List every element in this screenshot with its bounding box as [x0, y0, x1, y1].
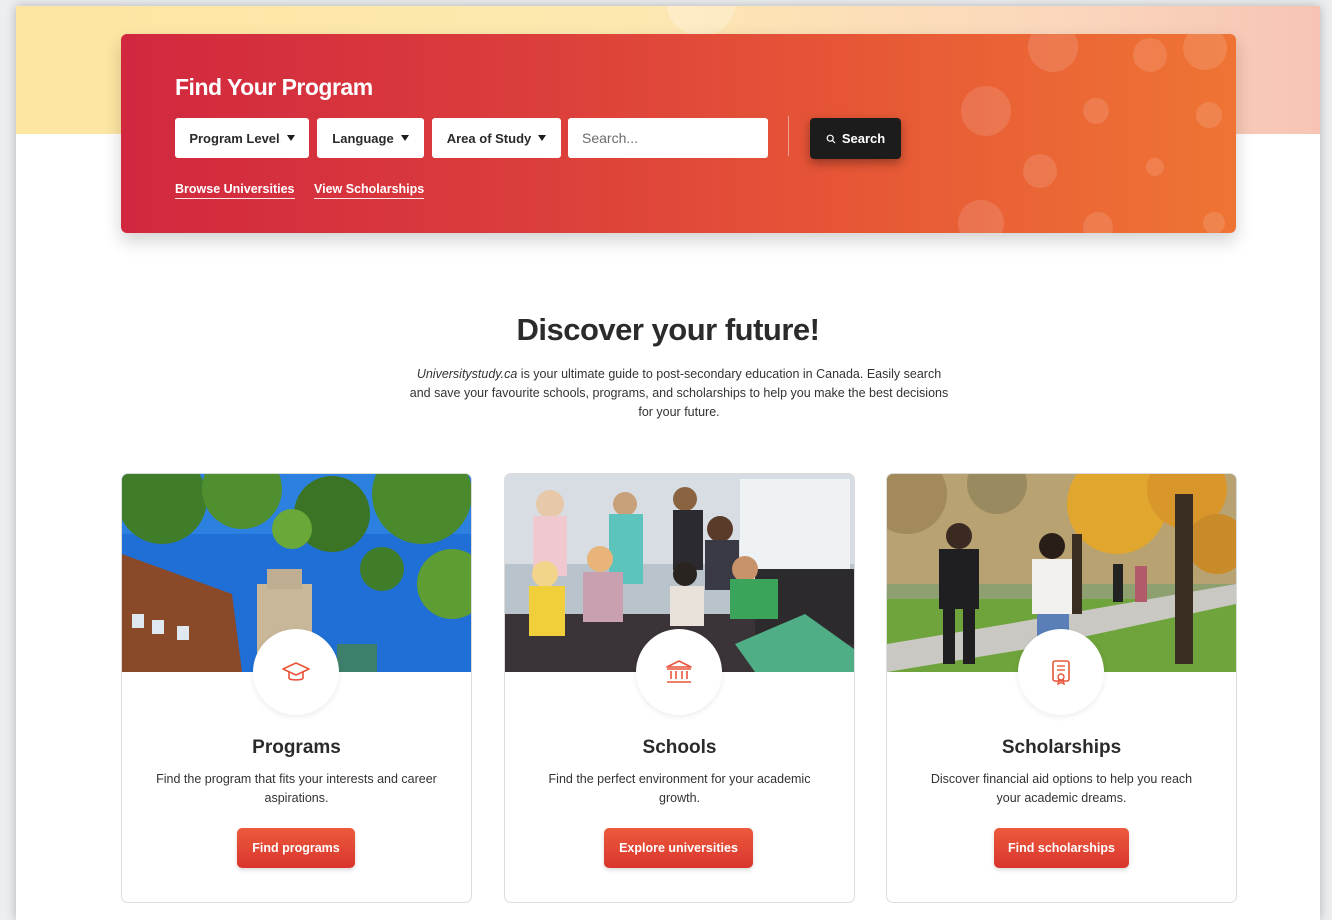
search-button[interactable]: Search [810, 118, 901, 159]
homepage: Find Your Program Program Level Language… [16, 6, 1320, 920]
decorative-circle [1203, 212, 1225, 233]
intro-paragraph: Universitystudy.ca is your ultimate guid… [406, 365, 952, 422]
program-level-label: Program Level [189, 130, 280, 146]
browse-universities-link[interactable]: Browse Universities [175, 182, 295, 199]
find-program-panel: Find Your Program Program Level Language… [121, 34, 1236, 233]
decorative-circle [1083, 212, 1113, 233]
search-icon [826, 134, 836, 143]
caret-down-icon [286, 135, 295, 141]
explore-universities-button[interactable]: Explore universities [604, 828, 753, 868]
search-input[interactable] [568, 118, 768, 158]
decorative-circle [1023, 154, 1057, 188]
language-label: Language [332, 130, 394, 146]
certificate-icon-badge [1018, 629, 1104, 715]
graduation-cap-icon-badge [253, 629, 339, 715]
certificate-icon [1052, 660, 1070, 686]
decorative-circle [1146, 158, 1164, 176]
scholarships-card: Scholarships Discover financial aid opti… [886, 473, 1237, 903]
decorative-circle [961, 86, 1011, 136]
decorative-circle [958, 200, 1004, 233]
schools-card: Schools Find the perfect environment for… [504, 473, 855, 903]
view-scholarships-link[interactable]: View Scholarships [314, 182, 425, 199]
card-description: Find the perfect environment for your ac… [548, 772, 811, 805]
card-description: Discover financial aid options to help y… [930, 772, 1193, 805]
decorative-circle [666, 6, 736, 36]
decorative-circle [1083, 98, 1109, 124]
language-dropdown[interactable]: Language [317, 118, 424, 158]
hero-title: Find Your Program [175, 74, 373, 100]
decorative-circle [1133, 38, 1167, 72]
programs-card: Programs Find the program that fits your… [121, 473, 472, 903]
caret-down-icon [400, 135, 409, 141]
page-headline: Discover your future! [516, 312, 820, 347]
divider [788, 116, 789, 156]
institution-building-icon [666, 660, 692, 683]
caret-down-icon [538, 135, 547, 141]
site-name: Universitystudy.ca [416, 367, 518, 381]
card-title: Schools [642, 737, 717, 758]
program-level-dropdown[interactable]: Program Level [175, 118, 309, 158]
graduation-cap-icon [282, 662, 310, 681]
find-programs-button[interactable]: Find programs [237, 828, 355, 868]
card-title: Programs [252, 737, 341, 758]
find-scholarships-button[interactable]: Find scholarships [994, 828, 1129, 868]
area-of-study-dropdown[interactable]: Area of Study [432, 118, 561, 158]
institution-building-icon-badge [636, 629, 722, 715]
search-button-label: Search [841, 131, 886, 146]
decorative-circle [1183, 34, 1227, 70]
card-description: Find the program that fits your interest… [156, 772, 437, 805]
card-title: Scholarships [1001, 737, 1122, 758]
decorative-circle [1196, 102, 1222, 128]
decorative-circle [1028, 34, 1078, 72]
area-of-study-label: Area of Study [446, 130, 532, 146]
